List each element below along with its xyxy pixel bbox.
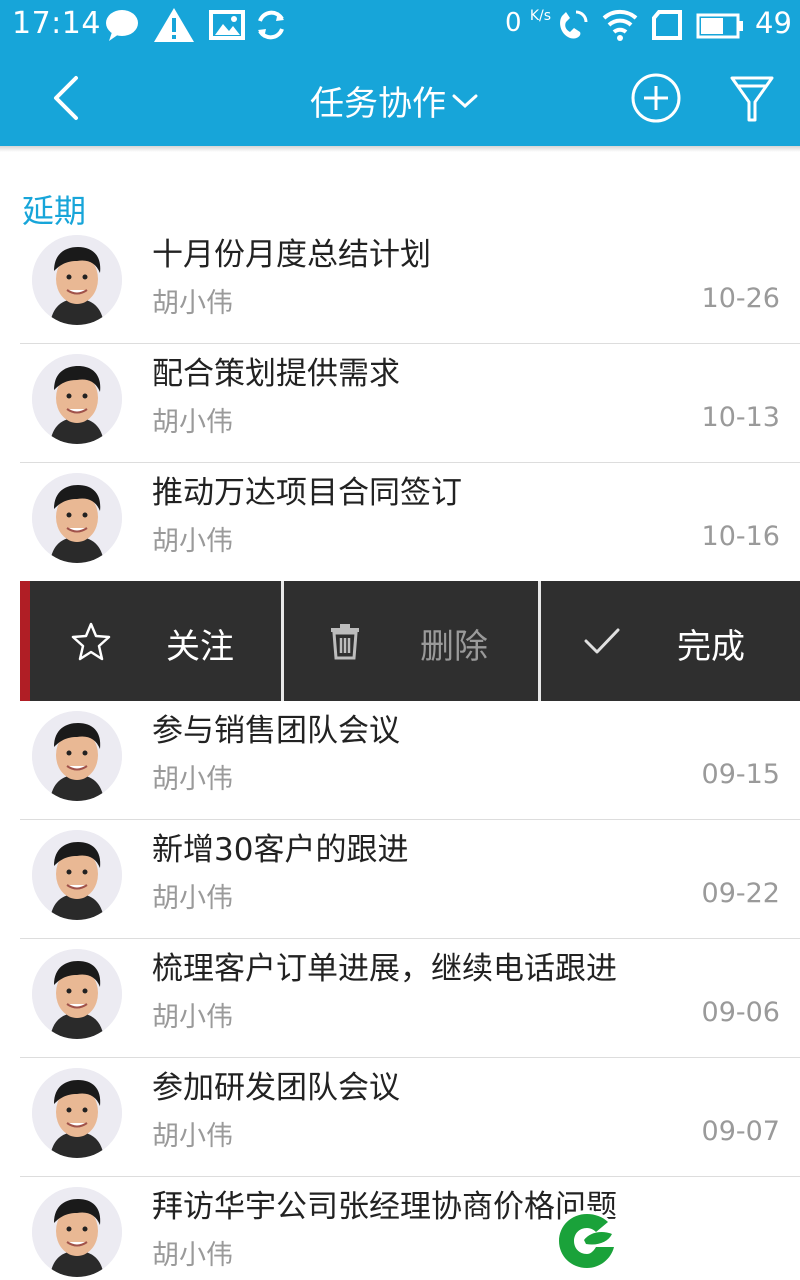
app-bar: 任务协作 <box>0 50 800 146</box>
chat-bubble-icon <box>106 10 138 41</box>
floating-logo-button[interactable] <box>556 1210 618 1272</box>
swipe-action-bar: 关注 删除 完成 <box>20 581 800 701</box>
task-date: 09-06 <box>701 997 780 1028</box>
follow-button[interactable]: 关注 <box>30 581 284 701</box>
task-assignee: 胡小伟 <box>152 1002 233 1033</box>
image-icon <box>209 10 245 40</box>
task-assignee: 胡小伟 <box>152 883 233 914</box>
avatar <box>32 473 122 563</box>
action-accent-strip <box>20 581 30 701</box>
avatar <box>32 354 122 444</box>
back-icon[interactable] <box>42 70 92 126</box>
wifi-icon <box>602 9 638 41</box>
vibrate-icon <box>560 10 588 39</box>
task-row[interactable]: 梳理客户订单进展，继续电话跟进 胡小伟 09-06 <box>20 939 800 1058</box>
follow-label: 关注 <box>166 627 234 667</box>
task-assignee: 胡小伟 <box>152 764 233 795</box>
done-label: 完成 <box>677 627 745 667</box>
task-assignee: 胡小伟 <box>152 288 233 319</box>
battery-icon <box>696 13 743 39</box>
task-date: 10-16 <box>701 521 780 552</box>
net-speed: 0 K/s <box>505 8 552 38</box>
task-assignee: 胡小伟 <box>152 1240 233 1271</box>
task-row[interactable]: 新增30客户的跟进 胡小伟 09-22 <box>20 820 800 939</box>
star-outline-icon <box>71 622 111 661</box>
warning-icon <box>154 8 194 42</box>
task-row[interactable]: 推动万达项目合同签订 胡小伟 10-16 <box>20 463 800 582</box>
task-date: 10-13 <box>701 402 780 433</box>
task-title: 参加研发团队会议 <box>152 1070 400 1106</box>
delete-button[interactable]: 删除 <box>284 581 541 701</box>
task-title: 推动万达项目合同签订 <box>152 475 462 511</box>
task-assignee: 胡小伟 <box>152 407 233 438</box>
task-row[interactable]: 十月份月度总结计划 胡小伟 10-26 <box>20 225 800 344</box>
avatar <box>32 1068 122 1158</box>
page-title-dropdown[interactable]: 任务协作 <box>310 76 478 125</box>
task-row[interactable]: 配合策划提供需求 胡小伟 10-13 <box>20 344 800 463</box>
status-time: 17:14 <box>12 6 101 41</box>
task-assignee: 胡小伟 <box>152 526 233 557</box>
avatar <box>32 949 122 1039</box>
battery-level: 49 <box>755 6 792 40</box>
task-date: 09-07 <box>701 1116 780 1147</box>
task-title: 梳理客户订单进展，继续电话跟进 <box>152 951 617 987</box>
check-icon <box>584 628 620 654</box>
task-title: 新增30客户的跟进 <box>152 832 409 868</box>
done-button[interactable]: 完成 <box>541 581 797 701</box>
task-title: 参与销售团队会议 <box>152 713 400 749</box>
avatar <box>32 235 122 325</box>
avatar <box>32 1187 122 1277</box>
task-assignee: 胡小伟 <box>152 1121 233 1152</box>
leaf-logo-icon <box>558 1212 616 1270</box>
app-bar-shadow <box>0 146 800 152</box>
task-title: 拜访华宇公司张经理协商价格问题 <box>152 1189 617 1225</box>
task-date: 10-26 <box>701 283 780 314</box>
task-row[interactable]: 参与销售团队会议 胡小伟 09-15 <box>20 701 800 820</box>
status-bar: 17:14 0 K/s 49 <box>0 0 800 50</box>
chevron-down-icon <box>452 94 478 108</box>
sim-icon <box>652 10 682 40</box>
sync-icon <box>258 10 284 40</box>
page-title: 任务协作 <box>310 84 446 124</box>
add-circle-icon[interactable] <box>630 72 682 124</box>
filter-icon[interactable] <box>728 72 776 126</box>
trash-icon <box>331 624 359 660</box>
avatar <box>32 830 122 920</box>
task-date: 09-22 <box>701 878 780 909</box>
task-row[interactable]: 参加研发团队会议 胡小伟 09-07 <box>20 1058 800 1177</box>
task-row[interactable]: 拜访华宇公司张经理协商价格问题 胡小伟 <box>20 1177 800 1280</box>
avatar <box>32 711 122 801</box>
task-title: 十月份月度总结计划 <box>152 237 431 273</box>
task-date: 09-15 <box>701 759 780 790</box>
delete-label: 删除 <box>420 627 488 667</box>
task-title: 配合策划提供需求 <box>152 356 400 392</box>
